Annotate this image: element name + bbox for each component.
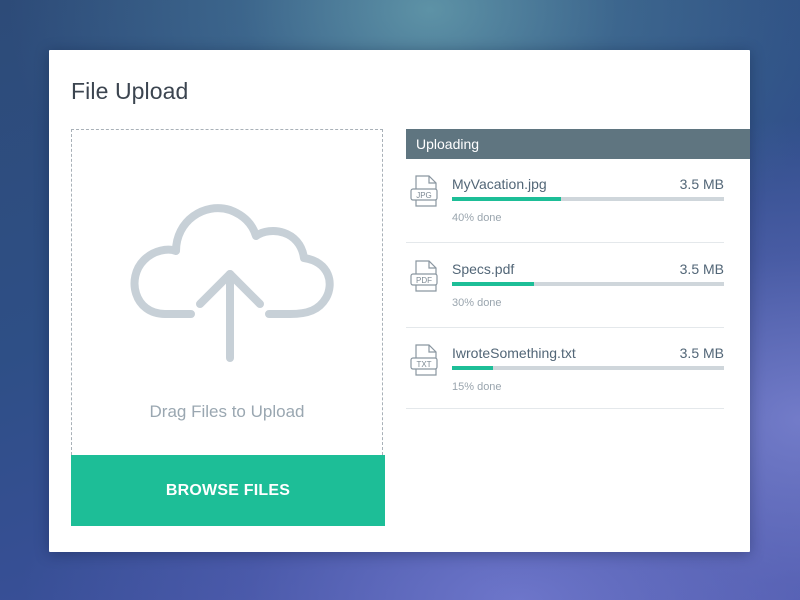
file-name: Specs.pdf <box>452 261 515 277</box>
upload-list-item[interactable]: PDF Specs.pdf 3.5 MB 30% done <box>406 244 724 328</box>
file-name: IwroteSomething.txt <box>452 345 576 361</box>
drag-files-label: Drag Files to Upload <box>149 402 305 421</box>
uploading-panel: Uploading JPG MyVacation.jpg 3.5 MB 40% … <box>406 129 750 419</box>
page-title: File Upload <box>71 78 189 104</box>
txt-file-icon: TXT <box>410 344 438 376</box>
progress-fill <box>452 282 534 286</box>
pdf-file-icon: PDF <box>410 260 438 292</box>
upload-list-item[interactable]: JPG MyVacation.jpg 3.5 MB 40% done <box>406 159 724 243</box>
progress-status: 30% done <box>452 297 502 309</box>
uploading-header: Uploading <box>406 129 750 159</box>
file-upload-card: File Upload Drag Files to Upload BROWSE … <box>49 50 750 552</box>
drop-zone[interactable]: Drag Files to Upload <box>71 129 383 455</box>
progress-bar <box>452 282 724 286</box>
cloud-upload-icon <box>130 204 334 362</box>
file-type-label: JPG <box>416 191 432 200</box>
upload-list-item[interactable]: TXT IwroteSomething.txt 3.5 MB 15% done <box>406 328 724 409</box>
progress-status: 40% done <box>452 212 502 224</box>
file-name: MyVacation.jpg <box>452 176 547 192</box>
progress-bar <box>452 366 724 370</box>
file-type-label: TXT <box>416 360 431 369</box>
file-size: 3.5 MB <box>679 345 724 361</box>
progress-status: 15% done <box>452 381 502 393</box>
file-size: 3.5 MB <box>679 261 724 277</box>
progress-fill <box>452 366 493 370</box>
jpg-file-icon: JPG <box>410 175 438 207</box>
file-size: 3.5 MB <box>679 176 724 192</box>
progress-fill <box>452 197 561 201</box>
file-type-label: PDF <box>416 276 432 285</box>
progress-bar <box>452 197 724 201</box>
browse-files-button[interactable]: BROWSE FILES <box>71 455 385 526</box>
